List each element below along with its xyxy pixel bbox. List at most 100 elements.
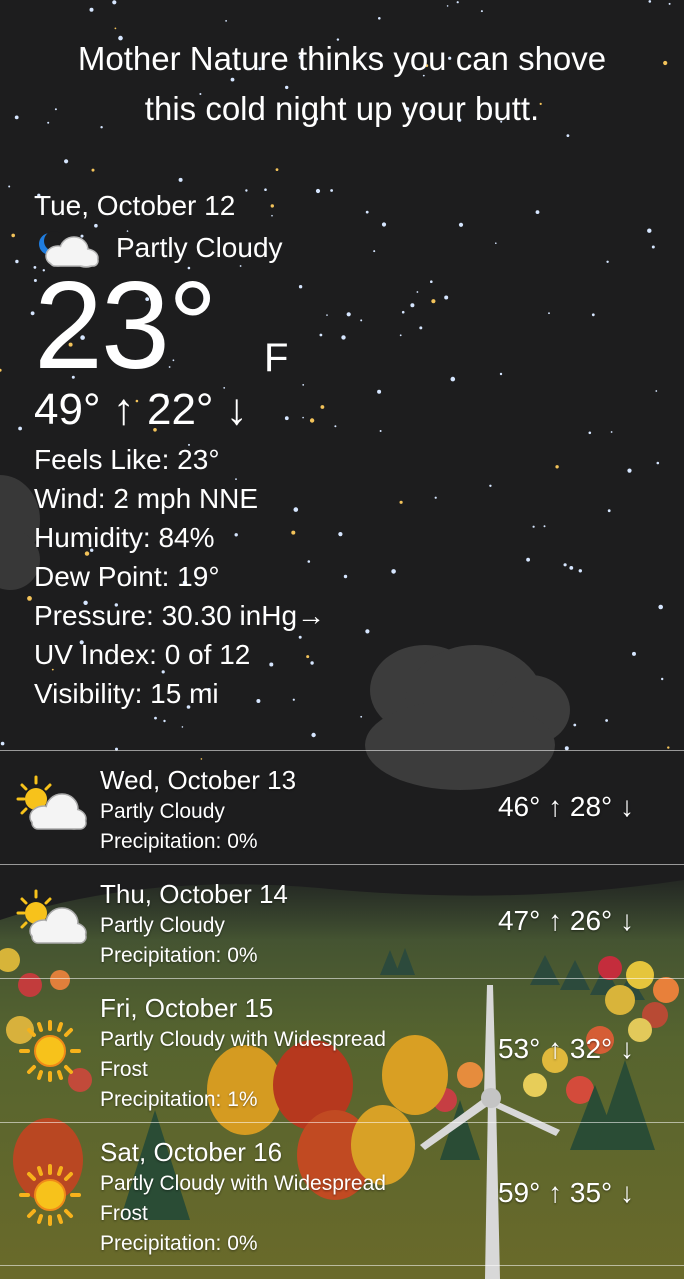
- forecast-condition: Partly Cloudy: [100, 800, 225, 823]
- star: [377, 389, 382, 394]
- forecast-row[interactable]: Thu, October 14 Partly Cloudy Precipitat…: [0, 864, 684, 978]
- star: [606, 260, 609, 263]
- star: [91, 168, 95, 172]
- feels-like: Feels Like: 23°: [34, 444, 220, 475]
- star: [647, 228, 652, 233]
- star: [661, 677, 664, 681]
- star: [526, 557, 530, 562]
- star: [27, 596, 32, 601]
- tagline: Mother Nature thinks you can shove this …: [0, 34, 684, 134]
- star: [548, 312, 550, 315]
- star: [275, 168, 279, 172]
- star: [444, 295, 449, 300]
- star: [456, 1, 459, 4]
- star: [489, 484, 492, 487]
- current-details: Feels Like: 23° Wind: 2 mph NNE Humidity…: [34, 440, 325, 713]
- star: [338, 532, 343, 537]
- star: [410, 303, 415, 308]
- star: [651, 245, 655, 249]
- star: [578, 569, 582, 573]
- star: [360, 715, 363, 718]
- forecast-text: Fri, October 15 Partly Cloudy with Wides…: [100, 991, 420, 1115]
- dew-point: Dew Point: 19°: [34, 561, 220, 592]
- star: [563, 563, 567, 567]
- star: [89, 7, 94, 12]
- star: [365, 629, 370, 634]
- star: [499, 372, 503, 376]
- sun-icon: [19, 1164, 81, 1226]
- star: [379, 430, 382, 432]
- forecast-condition: Partly Cloudy with Widespread Frost: [100, 1028, 386, 1081]
- star: [341, 335, 346, 340]
- forecast-text: Sat, October 16 Partly Cloudy with Wides…: [100, 1135, 420, 1259]
- star: [225, 20, 228, 22]
- humidity: Humidity: 84%: [34, 522, 215, 553]
- star: [532, 525, 535, 528]
- forecast-text: Thu, October 14 Partly Cloudy Precipitat…: [100, 877, 420, 971]
- star: [416, 291, 419, 293]
- star: [334, 425, 337, 428]
- star: [391, 569, 396, 574]
- tagline-line-2: this cold night up your butt.: [144, 90, 540, 127]
- star: [658, 604, 663, 610]
- star: [648, 0, 652, 3]
- star: [566, 134, 570, 138]
- star: [343, 574, 348, 579]
- forecast-text: Wed, October 13 Partly Cloudy Precipitat…: [100, 763, 420, 857]
- forecast-row[interactable]: Wed, October 13 Partly Cloudy Precipitat…: [0, 750, 684, 864]
- star: [178, 177, 183, 182]
- star: [401, 310, 405, 314]
- star: [15, 259, 19, 264]
- current-temperature: 23°: [34, 257, 218, 395]
- forecast-day: Wed, October 13: [100, 765, 297, 795]
- star: [632, 651, 636, 656]
- star: [64, 159, 69, 164]
- visibility: Visibility: 15 mi: [34, 678, 219, 709]
- star: [591, 313, 595, 317]
- temperature-unit[interactable]: F: [264, 336, 288, 381]
- star: [11, 233, 15, 238]
- forecast-day: Fri, October 15: [100, 993, 274, 1023]
- star: [346, 312, 351, 317]
- star: [365, 210, 369, 214]
- star: [605, 719, 608, 722]
- star: [555, 465, 559, 469]
- star: [330, 189, 333, 192]
- sun-cloud-icon: [16, 889, 87, 944]
- star: [588, 431, 592, 435]
- star: [610, 431, 613, 433]
- forecast-hi-lo: 47° ↑ 26° ↓: [497, 905, 634, 936]
- star: [0, 741, 5, 746]
- forecast-row[interactable]: Fri, October 15 Partly Cloudy with Wides…: [0, 978, 684, 1122]
- sun-cloud-icon: [16, 775, 87, 830]
- star: [480, 10, 483, 13]
- star: [18, 426, 22, 431]
- star: [399, 334, 402, 337]
- star: [607, 509, 611, 513]
- forecast-row[interactable]: Sat, October 16 Partly Cloudy with Wides…: [0, 1122, 684, 1266]
- forecast-precipitation: Precipitation: 0%: [100, 1232, 258, 1255]
- forecast-precipitation: Precipitation: 1%: [100, 1088, 258, 1111]
- pressure: Pressure: 30.30 inHg→: [34, 600, 326, 631]
- tagline-line-1: Mother Nature thinks you can shove: [77, 40, 607, 77]
- star: [535, 210, 540, 215]
- star: [326, 314, 328, 316]
- star: [668, 2, 671, 5]
- star: [434, 496, 437, 499]
- star: [573, 723, 577, 727]
- star: [112, 0, 117, 5]
- star: [667, 746, 670, 749]
- sun-icon: [19, 1020, 81, 1082]
- uv-index: UV Index: 0 of 12: [34, 639, 251, 670]
- star: [450, 376, 456, 382]
- current-conditions[interactable]: Tue, October 12 Partly Cloudy 23° F 49° …: [34, 186, 325, 713]
- star: [8, 185, 11, 188]
- forecast-precipitation: Precipitation: 0%: [100, 944, 258, 967]
- star: [430, 280, 433, 284]
- star: [655, 390, 658, 392]
- star: [627, 468, 632, 473]
- forecast-condition: Partly Cloudy with Widespread Frost: [100, 1172, 386, 1225]
- star: [154, 716, 157, 720]
- forecast-day: Thu, October 14: [100, 879, 288, 909]
- star: [543, 525, 546, 528]
